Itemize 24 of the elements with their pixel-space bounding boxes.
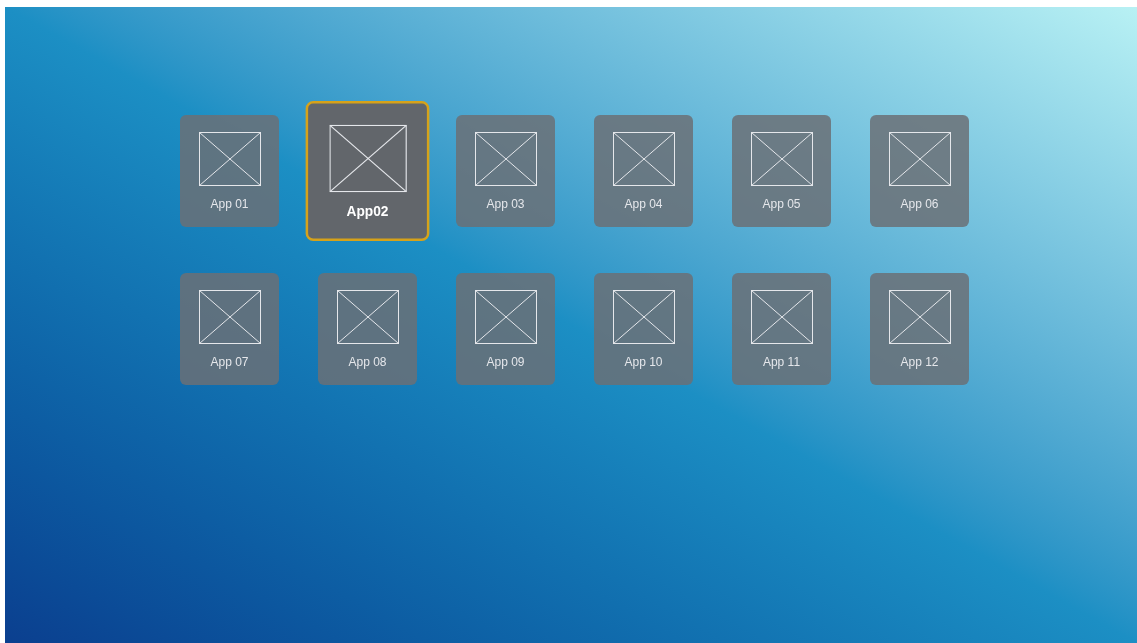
image-placeholder-icon: [888, 132, 951, 186]
image-placeholder-icon: [888, 290, 951, 344]
app-tile[interactable]: App 11: [732, 273, 831, 385]
image-placeholder-icon: [336, 290, 399, 344]
image-placeholder-icon: [750, 132, 813, 186]
app-tile[interactable]: App 06: [870, 115, 969, 227]
app-tile[interactable]: App 03: [456, 115, 555, 227]
image-placeholder-icon: [198, 290, 261, 344]
app-tile[interactable]: App 05: [732, 115, 831, 227]
app-tile[interactable]: App 01: [180, 115, 279, 227]
app-tile[interactable]: App 12: [870, 273, 969, 385]
image-placeholder-icon: [474, 132, 537, 186]
app-tile[interactable]: App 09: [456, 273, 555, 385]
image-placeholder-icon: [612, 290, 675, 344]
image-placeholder-icon: [328, 124, 407, 192]
image-placeholder-icon: [474, 290, 537, 344]
app-tile[interactable]: App 07: [180, 273, 279, 385]
image-placeholder-icon: [750, 290, 813, 344]
app-tile[interactable]: App 10: [594, 273, 693, 385]
app-tile[interactable]: App02: [305, 101, 430, 241]
app-tile[interactable]: App 04: [594, 115, 693, 227]
image-placeholder-icon: [198, 132, 261, 186]
app-tile[interactable]: App 08: [318, 273, 417, 385]
image-placeholder-icon: [612, 132, 675, 186]
